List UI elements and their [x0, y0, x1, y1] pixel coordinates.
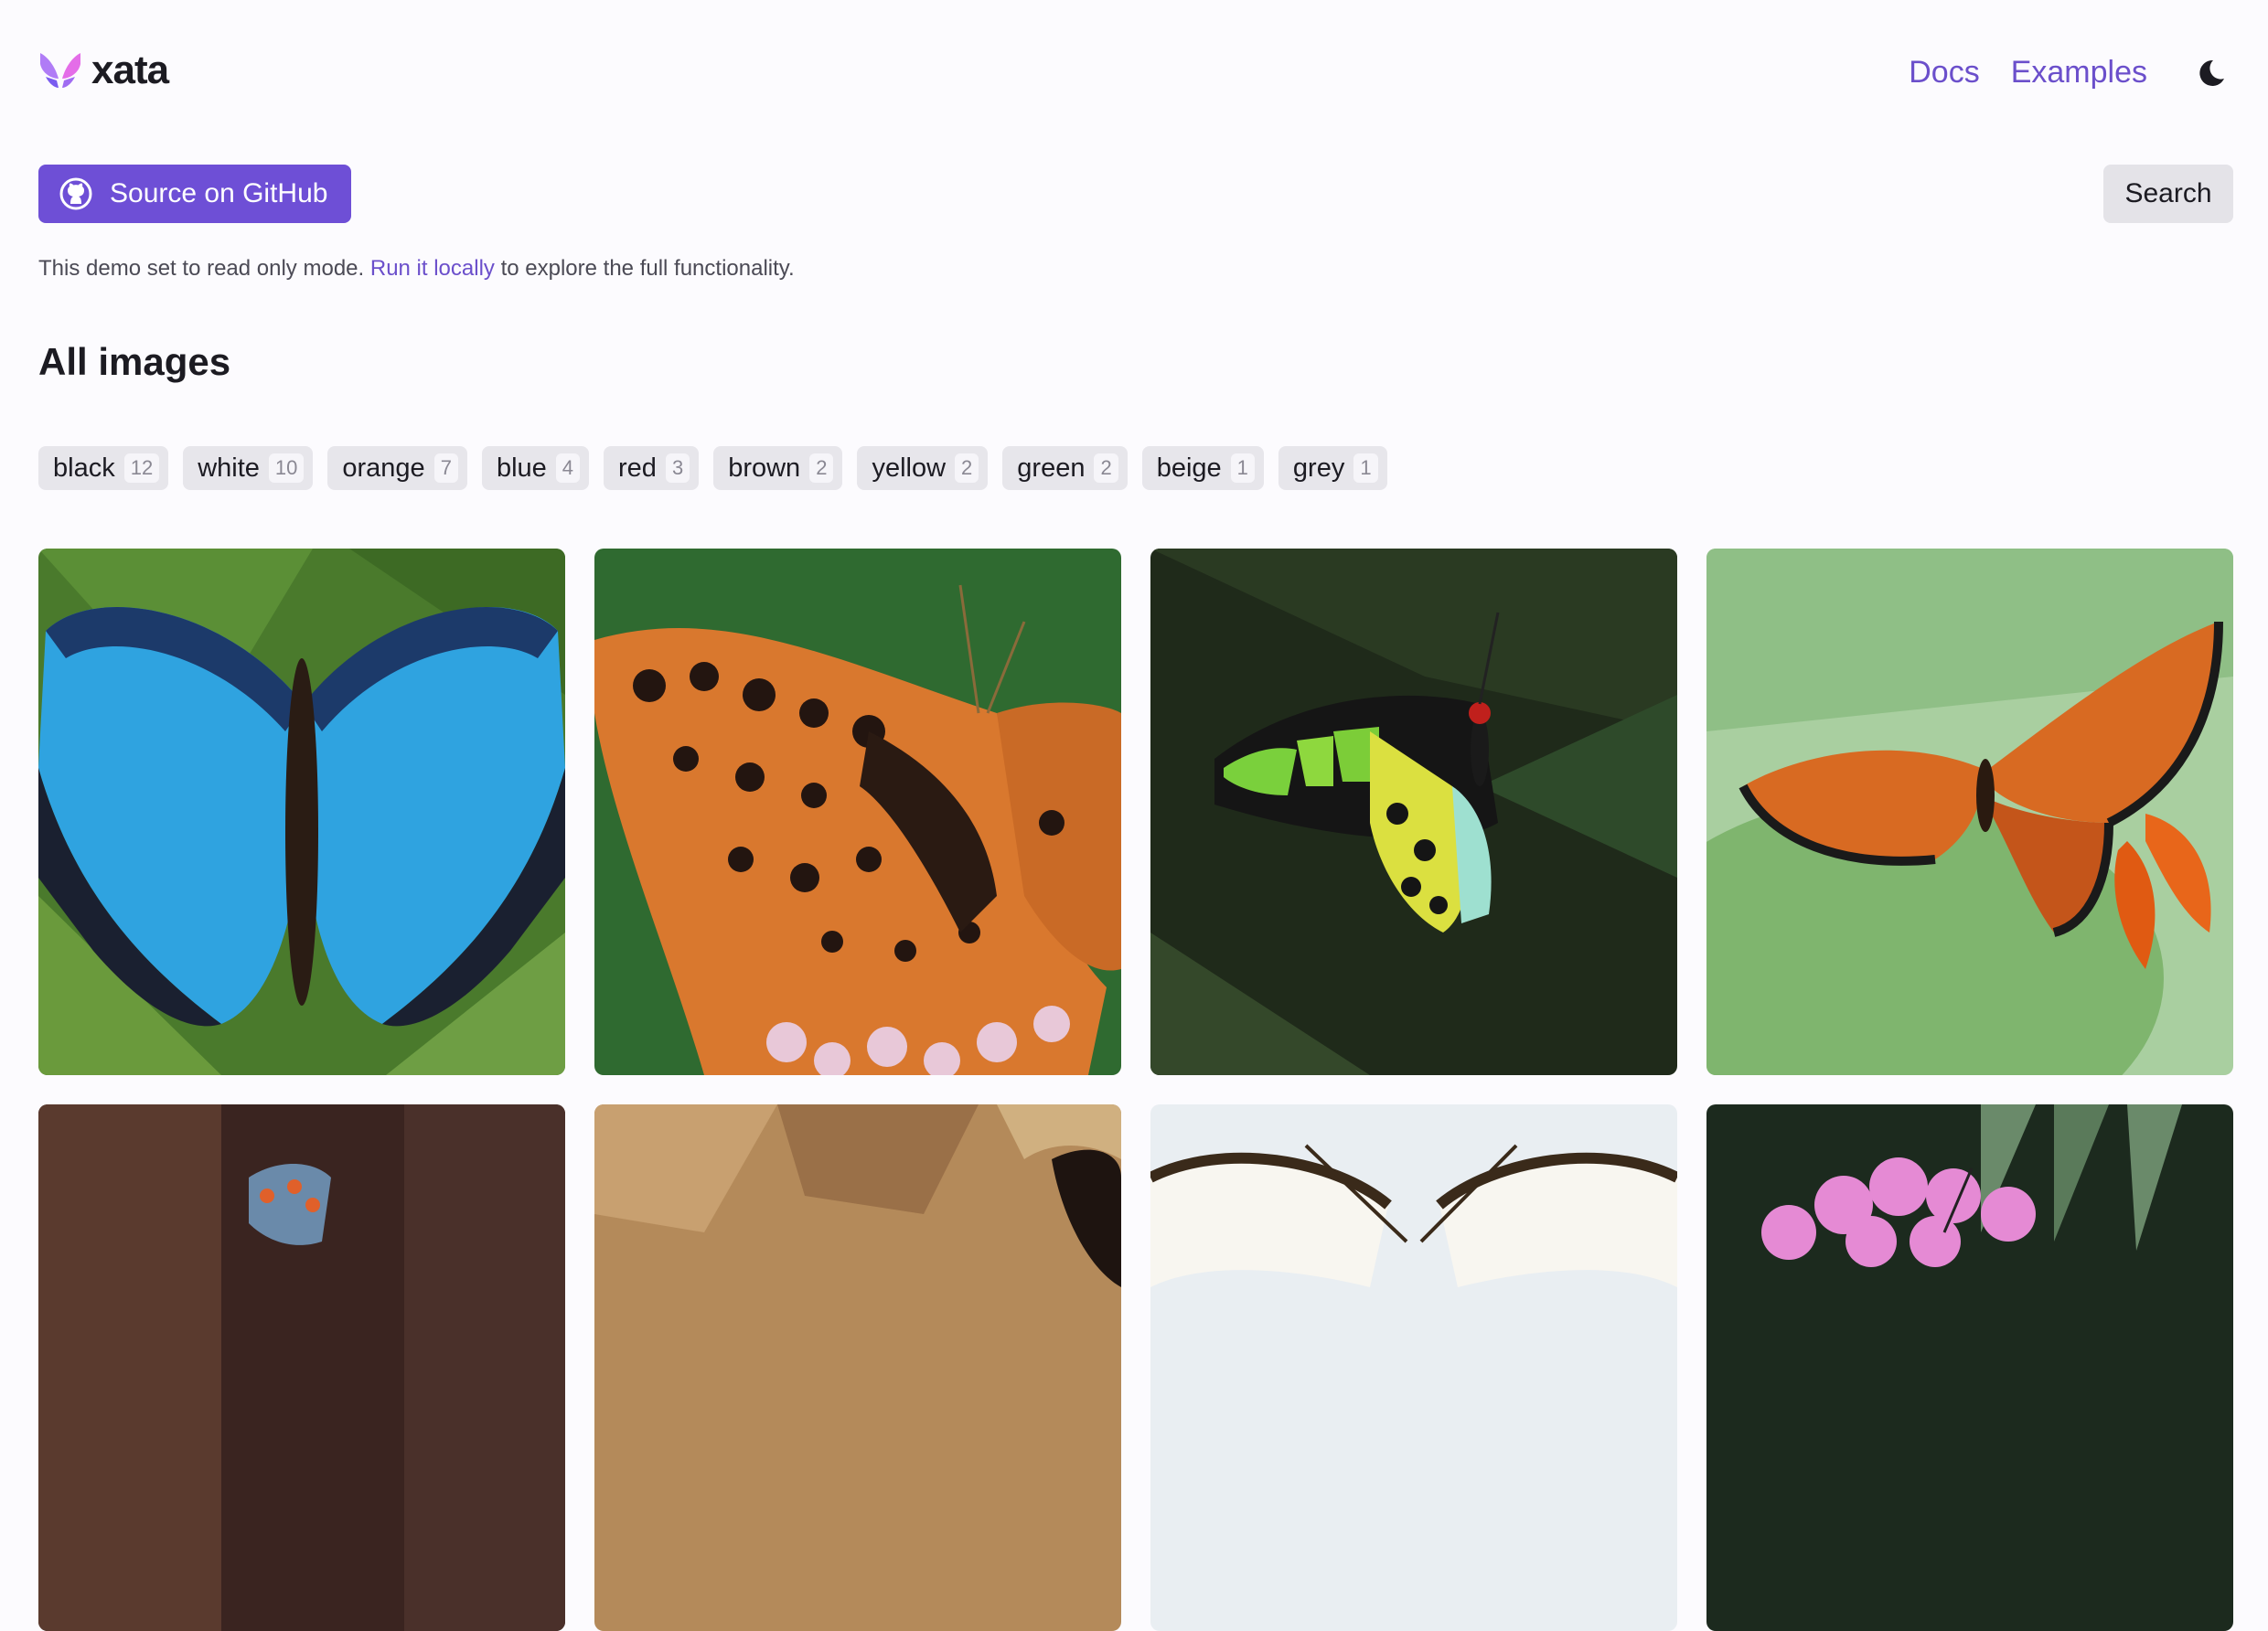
tag-white[interactable]: white 10: [183, 446, 314, 490]
tag-beige[interactable]: beige 1: [1141, 446, 1264, 490]
tag-label: brown: [728, 453, 801, 483]
nav-link-docs[interactable]: Docs: [1909, 55, 1979, 91]
tag-count: 4: [555, 453, 581, 483]
image-card-birdwing[interactable]: [1150, 549, 1677, 1075]
github-button-label: Source on GitHub: [110, 178, 328, 208]
tag-count: 1: [1353, 453, 1378, 483]
run-locally-link[interactable]: Run it locally: [370, 256, 495, 281]
tag-orange[interactable]: orange 7: [327, 446, 467, 490]
xata-logo-icon: [40, 53, 80, 88]
tag-count: 12: [123, 453, 160, 483]
image-card-queen[interactable]: [1706, 549, 2233, 1075]
butterfly-image: [1706, 1104, 2233, 1631]
butterfly-image: [38, 549, 565, 1075]
tag-red[interactable]: red 3: [604, 446, 700, 490]
tag-green[interactable]: green 2: [1002, 446, 1128, 490]
source-on-github-button[interactable]: Source on GitHub: [38, 165, 351, 223]
tag-label: yellow: [872, 453, 947, 483]
tag-brown[interactable]: brown 2: [713, 446, 843, 490]
tag-yellow[interactable]: yellow 2: [857, 446, 989, 490]
tag-label: red: [618, 453, 657, 483]
tag-count: 10: [268, 453, 305, 483]
image-card-fritillary[interactable]: [594, 549, 1121, 1075]
tag-label: green: [1017, 453, 1086, 483]
butterfly-image: [1150, 549, 1677, 1075]
tag-count: 2: [955, 453, 979, 483]
logo[interactable]: xata: [38, 48, 169, 93]
image-card-dark[interactable]: [38, 1104, 565, 1631]
header: xata Docs Examples: [38, 48, 2233, 99]
tag-count: 2: [809, 453, 834, 483]
butterfly-image: [1150, 1104, 1677, 1631]
nav-link-examples[interactable]: Examples: [2011, 55, 2147, 91]
image-card-pink-flower[interactable]: [1706, 1104, 2233, 1631]
tag-blue[interactable]: blue 4: [481, 446, 590, 490]
top-nav: Docs Examples: [1878, 55, 2233, 91]
tag-count: 3: [665, 453, 690, 483]
page-title: All images: [38, 340, 231, 383]
image-card-blue-morpho[interactable]: [38, 549, 565, 1075]
moon-icon[interactable]: [2195, 57, 2228, 90]
tag-label: orange: [342, 453, 425, 483]
tag-grey[interactable]: grey 1: [1278, 446, 1387, 490]
tag-label: white: [198, 453, 260, 483]
notice-text-before: This demo set to read only mode.: [38, 256, 365, 281]
page: xata Docs Examples Source on GitHub Sear…: [38, 0, 2233, 1631]
tag-label: black: [53, 453, 115, 483]
tag-label: blue: [496, 453, 547, 483]
butterfly-image: [1706, 549, 2233, 1075]
search-button[interactable]: Search: [2103, 165, 2233, 223]
butterfly-image: [594, 549, 1121, 1075]
tag-count: 1: [1230, 453, 1255, 483]
read-only-notice: This demo set to read only mode. Run it …: [38, 256, 795, 282]
butterfly-image: [38, 1104, 565, 1631]
color-tag-list: black 12 white 10 orange 7 blue 4 red 3 brown…: [38, 446, 1402, 490]
tag-label: grey: [1292, 453, 1345, 483]
tag-count: 2: [1094, 453, 1118, 483]
notice-text-after: to explore the full functionality.: [500, 256, 795, 281]
tag-black[interactable]: black 12: [38, 446, 169, 490]
logo-text: xata: [91, 48, 169, 92]
butterfly-image: [594, 1104, 1121, 1631]
image-card-brown-leaves[interactable]: [594, 1104, 1121, 1631]
github-icon: [59, 177, 92, 210]
tag-count: 7: [433, 453, 458, 483]
tag-label: beige: [1156, 453, 1222, 483]
image-card-white-butterfly[interactable]: [1150, 1104, 1677, 1631]
